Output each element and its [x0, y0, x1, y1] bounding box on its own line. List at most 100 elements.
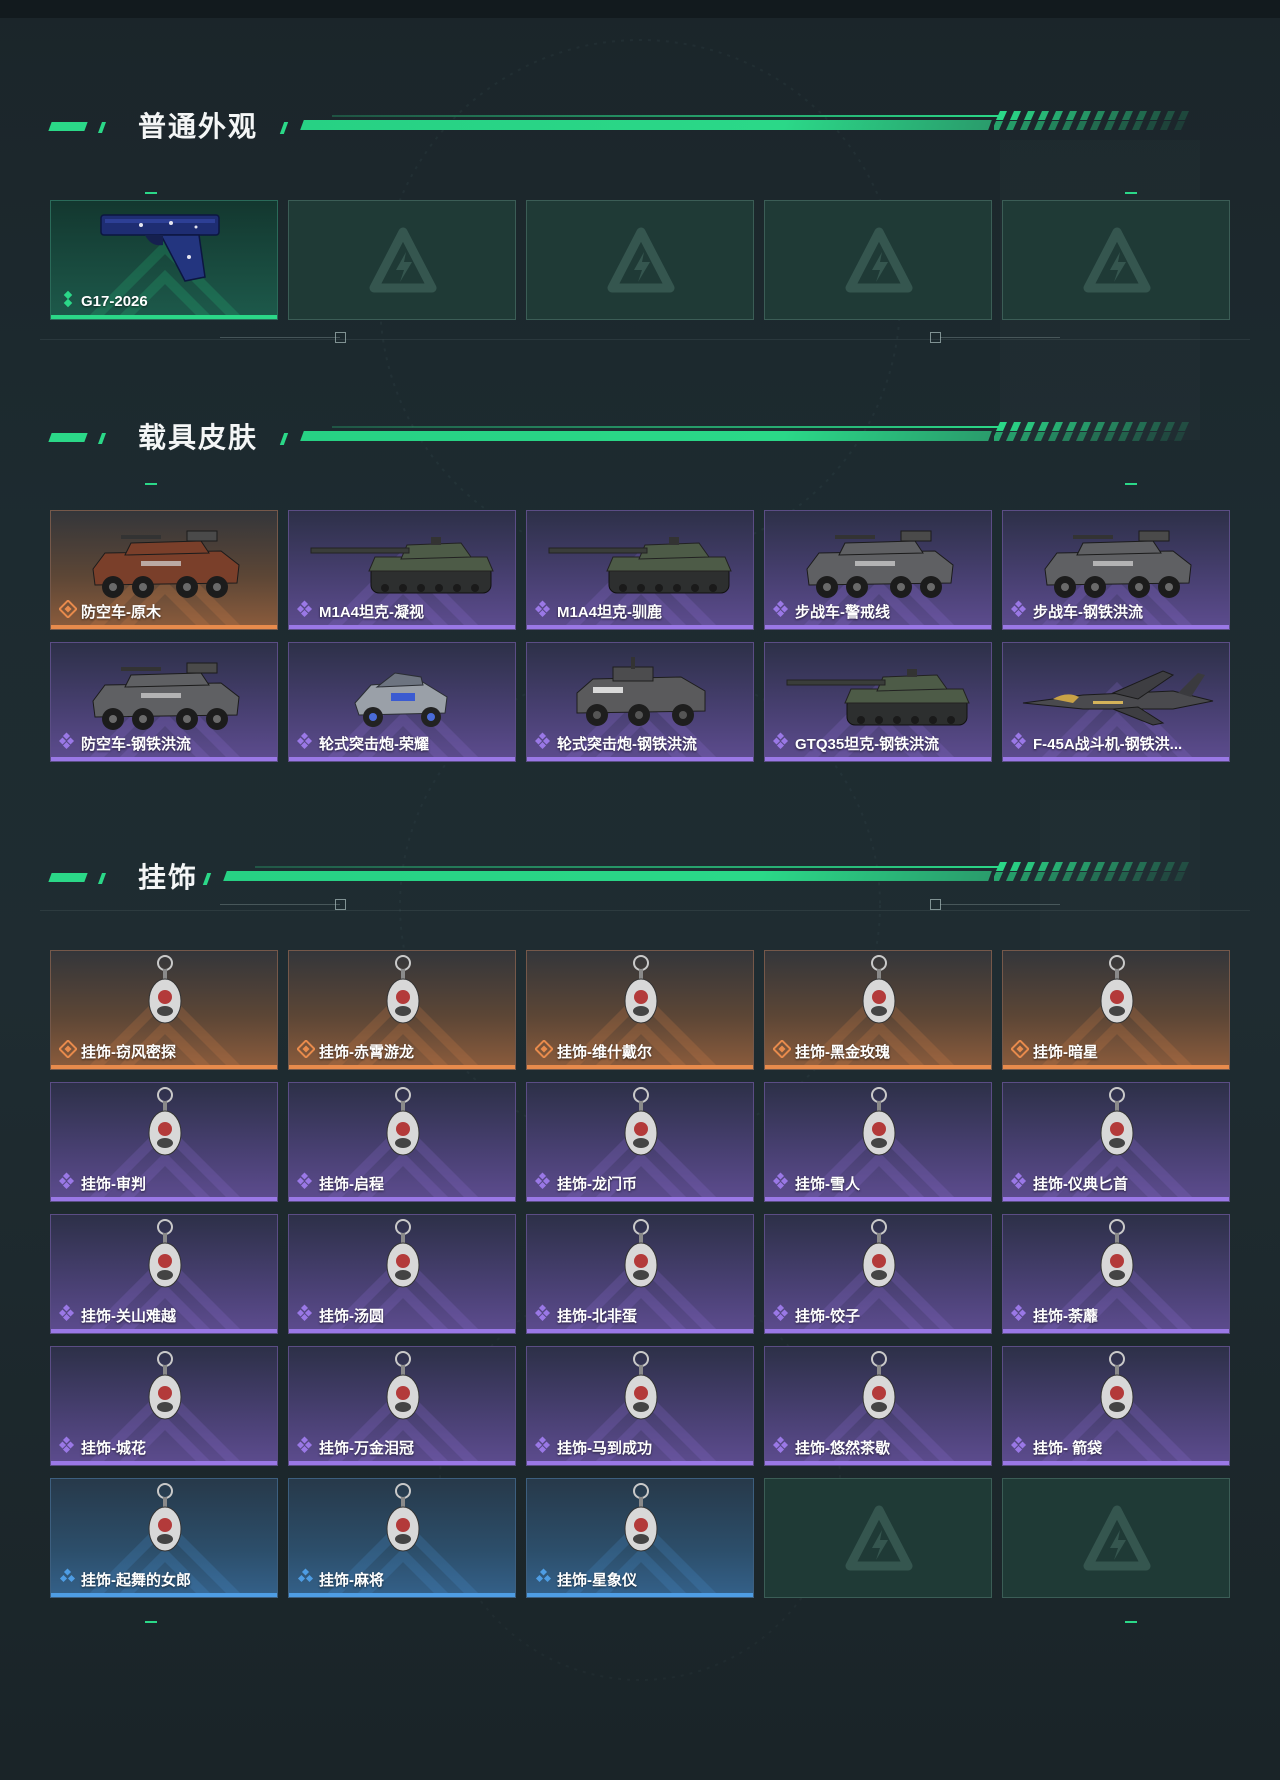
item-label-row: 步战车-钢铁洪流 — [1011, 600, 1143, 623]
item-card[interactable]: 挂饰-城花 — [50, 1346, 278, 1466]
rarity-orange-icon — [535, 1040, 553, 1063]
item-label-row: 挂饰-北非蛋 — [535, 1304, 637, 1327]
header-tick — [279, 122, 289, 134]
item-label-row: 防空车-钢铁洪流 — [59, 732, 191, 755]
item-card[interactable]: 挂饰-悠然茶歇 — [764, 1346, 992, 1466]
item-label-row: 挂饰-万金泪冠 — [297, 1436, 414, 1459]
item-label-row: 防空车-原木 — [59, 600, 161, 623]
rarity-purple-icon — [59, 732, 77, 755]
rarity-stripe — [527, 1593, 753, 1597]
item-card[interactable]: 挂饰-雪人 — [764, 1082, 992, 1202]
item-card[interactable]: F-45A战斗机-钢铁洪... — [1002, 642, 1230, 762]
item-card[interactable]: 挂饰-饺子 — [764, 1214, 992, 1334]
item-name: 挂饰-星象仪 — [557, 1572, 637, 1589]
item-name: 挂饰-荼蘼 — [1033, 1308, 1098, 1325]
header-tick — [202, 873, 212, 885]
rarity-stripe — [527, 1461, 753, 1465]
item-name: 挂饰-关山难越 — [81, 1308, 176, 1325]
item-card[interactable]: 挂饰-启程 — [288, 1082, 516, 1202]
empty-slot[interactable] — [1002, 200, 1230, 320]
item-card[interactable]: 挂饰-马到成功 — [526, 1346, 754, 1466]
item-card[interactable]: 挂饰-起舞的女郎 — [50, 1478, 278, 1598]
rarity-stripe — [1003, 1065, 1229, 1069]
rarity-purple-icon — [1011, 600, 1029, 623]
rarity-purple-icon — [773, 1304, 791, 1327]
item-card[interactable]: 挂饰-万金泪冠 — [288, 1346, 516, 1466]
item-card[interactable]: 挂饰-荼蘼 — [1002, 1214, 1230, 1334]
item-name: 轮式突击炮-钢铁洪流 — [557, 736, 697, 753]
item-label-row: 挂饰-麻将 — [297, 1568, 384, 1591]
item-card[interactable]: 挂饰-窃风密探 — [50, 950, 278, 1070]
item-card[interactable]: 挂饰-仪典匕首 — [1002, 1082, 1230, 1202]
rarity-stripe — [1003, 625, 1229, 629]
rarity-stripe — [51, 1197, 277, 1201]
item-name: 防空车-钢铁洪流 — [81, 736, 191, 753]
item-card[interactable]: 轮式突击炮-钢铁洪流 — [526, 642, 754, 762]
rarity-stripe — [289, 1461, 515, 1465]
item-card[interactable]: 防空车-钢铁洪流 — [50, 642, 278, 762]
rarity-stripe — [765, 625, 991, 629]
item-label-row: 挂饰-关山难越 — [59, 1304, 176, 1327]
item-card[interactable]: 挂饰-关山难越 — [50, 1214, 278, 1334]
empty-slot[interactable] — [1002, 1478, 1230, 1598]
rarity-stripe — [289, 1329, 515, 1333]
item-card[interactable]: M1A4坦克-驯鹿 — [526, 510, 754, 630]
rarity-orange-icon — [1011, 1040, 1029, 1063]
item-card[interactable]: 挂饰-赤霄游龙 — [288, 950, 516, 1070]
item-label-row: 挂饰-起舞的女郎 — [59, 1568, 191, 1591]
item-name: 挂饰-窃风密探 — [81, 1044, 176, 1061]
rarity-stripe — [51, 1593, 277, 1597]
item-name: 挂饰-起舞的女郎 — [81, 1572, 191, 1589]
item-label-row: 挂饰-马到成功 — [535, 1436, 652, 1459]
header-thin-line — [332, 115, 1000, 117]
item-label-row: M1A4坦克-驯鹿 — [535, 600, 662, 623]
item-card[interactable]: 挂饰-维什戴尔 — [526, 950, 754, 1070]
item-card[interactable]: 步战车-警戒线 — [764, 510, 992, 630]
item-name: 防空车-原木 — [81, 604, 161, 621]
item-card[interactable]: 挂饰-北非蛋 — [526, 1214, 754, 1334]
empty-slot[interactable] — [288, 200, 516, 320]
item-name: 步战车-警戒线 — [795, 604, 890, 621]
rarity-stripe — [765, 1461, 991, 1465]
item-card[interactable]: 挂饰-审判 — [50, 1082, 278, 1202]
item-card[interactable]: 挂饰-龙门币 — [526, 1082, 754, 1202]
rarity-purple-icon — [535, 1304, 553, 1327]
item-card[interactable]: G17-2026 — [50, 200, 278, 320]
item-name: 挂饰-城花 — [81, 1440, 146, 1457]
item-card[interactable]: 挂饰- 箭袋 — [1002, 1346, 1230, 1466]
item-name: 挂饰-审判 — [81, 1176, 146, 1193]
item-card[interactable]: 挂饰-星象仪 — [526, 1478, 754, 1598]
separator-decoration-2 — [0, 896, 1280, 916]
corner-tick — [145, 483, 157, 485]
rarity-purple-icon — [1011, 732, 1029, 755]
item-card[interactable]: 防空车-原木 — [50, 510, 278, 630]
rarity-stripe — [527, 1197, 753, 1201]
rarity-orange-icon — [59, 1040, 77, 1063]
item-card[interactable]: M1A4坦克-凝视 — [288, 510, 516, 630]
empty-slot[interactable] — [764, 1478, 992, 1598]
item-card[interactable]: 轮式突击炮-荣耀 — [288, 642, 516, 762]
corner-tick — [145, 1621, 157, 1623]
rarity-stripe — [527, 1065, 753, 1069]
item-card[interactable]: 挂饰-暗星 — [1002, 950, 1230, 1070]
empty-slot[interactable] — [526, 200, 754, 320]
item-card[interactable]: 步战车-钢铁洪流 — [1002, 510, 1230, 630]
header-mark — [97, 433, 107, 444]
rarity-stripe — [1003, 1329, 1229, 1333]
item-label-row: 挂饰-汤圆 — [297, 1304, 384, 1327]
empty-slot[interactable] — [764, 200, 992, 320]
rarity-purple-icon — [297, 1172, 315, 1195]
item-card[interactable]: GTQ35坦克-钢铁洪流 — [764, 642, 992, 762]
item-name: 挂饰-雪人 — [795, 1176, 860, 1193]
item-name: 挂饰-北非蛋 — [557, 1308, 637, 1325]
header-checker-pattern — [994, 862, 1189, 881]
item-card[interactable]: 挂饰-黑金玫瑰 — [764, 950, 992, 1070]
header-bar — [300, 431, 992, 441]
item-card[interactable]: 挂饰-麻将 — [288, 1478, 516, 1598]
item-card[interactable]: 挂饰-汤圆 — [288, 1214, 516, 1334]
item-label-row: 挂饰-雪人 — [773, 1172, 860, 1195]
item-label-row: 挂饰-仪典匕首 — [1011, 1172, 1128, 1195]
rarity-stripe — [51, 1065, 277, 1069]
header-checker-pattern — [994, 422, 1189, 441]
rarity-stripe — [1003, 1461, 1229, 1465]
